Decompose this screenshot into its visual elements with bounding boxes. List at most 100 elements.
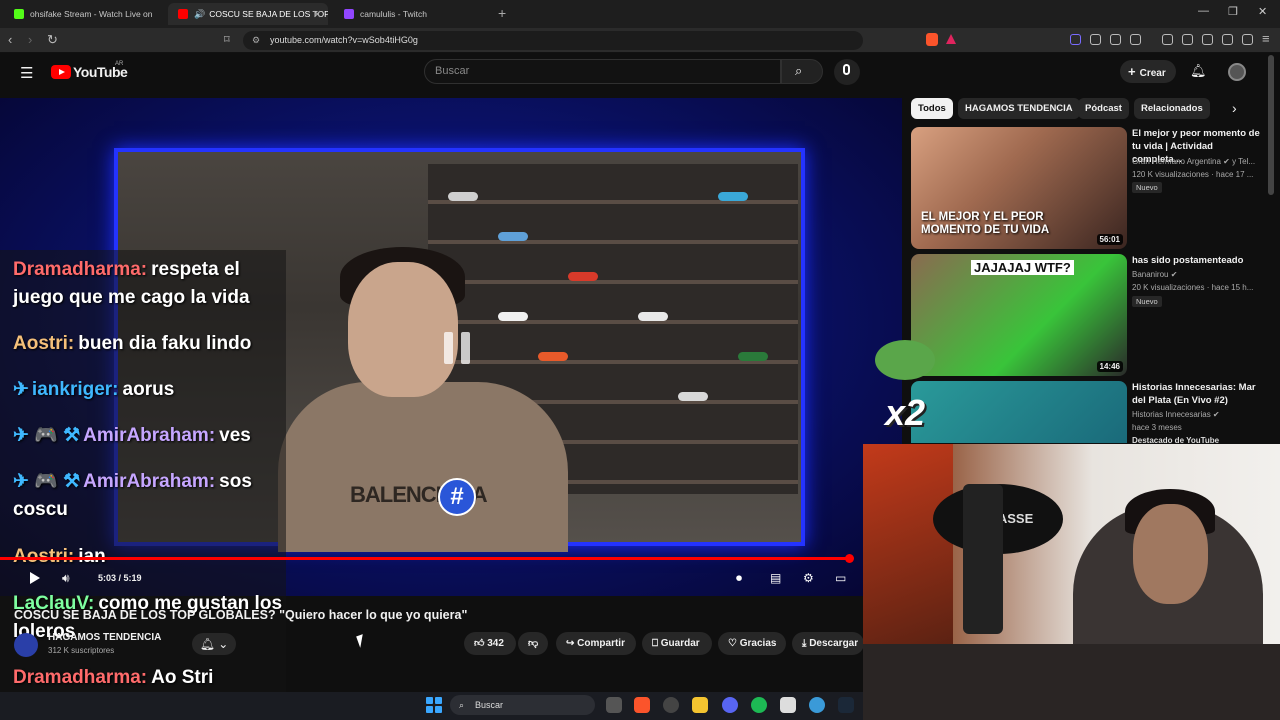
download-button[interactable]: ⤓ Descargar	[792, 632, 864, 655]
thanks-button[interactable]: ♡ Gracias	[718, 632, 786, 655]
play-icon[interactable]	[30, 572, 40, 584]
recommendation-thumbnail[interactable]: EL MEJOR Y EL PEOR MOMENTO DE TU VIDA 56…	[911, 127, 1127, 249]
back-icon[interactable]: ‹	[8, 32, 12, 47]
sidebar-icon[interactable]	[1182, 34, 1193, 45]
chip-relacionados[interactable]: Relacionados	[1134, 98, 1210, 119]
steam-icon[interactable]	[838, 697, 854, 713]
save-button[interactable]: ⎕ Guardar	[642, 632, 712, 655]
task-view-icon[interactable]	[606, 697, 622, 713]
browser-tab-kick[interactable]: ohsifake Stream - Watch Live on	[4, 3, 164, 25]
search-button[interactable]: ⌕	[781, 59, 823, 84]
windows-start-icon[interactable]	[426, 697, 442, 713]
extension-icon[interactable]	[1070, 34, 1081, 45]
recommendation-thumbnail[interactable]	[911, 381, 1127, 443]
region-code: AR	[115, 61, 124, 67]
maximize-button[interactable]: ❐	[1228, 5, 1238, 18]
microphone-icon	[843, 64, 850, 75]
spotify-icon[interactable]	[751, 697, 767, 713]
site-info-icon[interactable]: ⚙	[252, 31, 260, 50]
forward-icon[interactable]: ›	[28, 32, 32, 47]
chevron-right-icon[interactable]: ›	[1232, 100, 1237, 116]
extension-icon[interactable]	[1130, 34, 1141, 45]
url-text: youtube.com/watch?v=wSob4tiHG0g	[270, 35, 418, 45]
chip-podcast[interactable]: Pódcast	[1078, 98, 1129, 119]
close-window-button[interactable]: ✕	[1258, 5, 1267, 18]
recommendation-meta: 120 K visualizaciones · hace 17 ...	[1132, 170, 1254, 179]
subscription-bell-button[interactable]: 🔔︎ ⌄	[192, 633, 236, 655]
minimize-button[interactable]: —	[1198, 5, 1209, 17]
bookmark-icon[interactable]: ⌑	[224, 33, 230, 46]
new-badge: Nuevo	[1132, 182, 1162, 193]
address-bar[interactable]: ⚙ youtube.com/watch?v=wSob4tiHG0g	[243, 31, 863, 50]
shoe	[678, 392, 708, 401]
chip-hagamos-tendencia[interactable]: HAGAMOS TENDENCIA	[958, 98, 1080, 119]
avatar[interactable]	[1228, 63, 1246, 81]
share-button[interactable]: ↪ Compartir	[556, 632, 636, 655]
discord-icon[interactable]	[722, 697, 738, 713]
brave-rewards-icon[interactable]	[946, 34, 956, 44]
chat-username: Dramadharma:	[13, 259, 148, 280]
volume-icon[interactable]: 🔊︎	[62, 571, 70, 586]
taskbar-search[interactable]: ⌕ Buscar	[450, 695, 595, 715]
recommendation-channel[interactable]: Gran Hermano Argentina ✔ y Tel...	[1132, 155, 1260, 168]
video-duration: 14:46	[1096, 361, 1123, 372]
chip-todos[interactable]: Todos	[911, 98, 953, 119]
reload-icon[interactable]: ↻	[47, 32, 58, 48]
chat-text: Ao Stri	[151, 667, 214, 688]
progress-scrubber[interactable]	[845, 554, 854, 563]
leo-icon[interactable]	[1222, 34, 1233, 45]
wallet-icon[interactable]	[1202, 34, 1213, 45]
voice-search-button[interactable]	[834, 59, 860, 85]
media-icon[interactable]	[1162, 34, 1173, 45]
extension-icon[interactable]	[1090, 34, 1101, 45]
recommendation-title[interactable]: Historias Innecesarias: Mar del Plata (E…	[1132, 381, 1260, 407]
recommendation-title[interactable]: has sido postamenteado	[1132, 254, 1260, 267]
thumbnail-text: JAJAJAJ WTF?	[971, 260, 1074, 275]
progress-bar[interactable]	[0, 557, 850, 560]
heart-icon: ♡	[728, 638, 737, 649]
like-button[interactable]: 👍︎ 342	[464, 632, 516, 655]
channel-watermark-icon: #	[438, 478, 476, 516]
brave-browser-icon[interactable]	[634, 697, 650, 713]
create-button[interactable]: + Crear	[1120, 60, 1176, 83]
shoe	[498, 312, 528, 321]
chat-text: buen dia faku lindo	[78, 333, 252, 354]
dislike-button[interactable]: 👎︎	[518, 632, 548, 655]
hamburger-menu-icon[interactable]: ☰	[20, 64, 33, 82]
chat-username: iankriger:	[31, 379, 119, 400]
vpn-icon[interactable]	[1242, 34, 1253, 45]
recommendation-thumbnail[interactable]: JAJAJAJ WTF? 14:46	[911, 254, 1127, 376]
channel-name[interactable]: HAGAMOS TENDENCIA	[48, 632, 161, 643]
notifications-bell-icon[interactable]: 🔔︎	[1190, 63, 1207, 79]
menu-icon[interactable]: ≡	[1262, 31, 1270, 46]
share-icon: ↪	[566, 638, 575, 649]
new-tab-button[interactable]: +	[498, 5, 506, 21]
channel-avatar[interactable]	[14, 633, 38, 657]
app-icon[interactable]	[809, 697, 825, 713]
theater-mode-icon[interactable]: ▭	[835, 571, 846, 585]
new-badge: Nuevo	[1132, 296, 1162, 307]
pause-overlay-icon[interactable]	[444, 332, 472, 364]
subtitles-icon[interactable]: ▤	[770, 571, 781, 585]
close-tab-icon[interactable]: ✕	[313, 8, 322, 21]
video-duration: 56:01	[1096, 234, 1123, 245]
file-explorer-icon[interactable]	[692, 697, 708, 713]
shoe	[538, 352, 568, 361]
extension-icon[interactable]	[1110, 34, 1121, 45]
browser-tab-twitch[interactable]: camululis - Twitch	[334, 3, 494, 25]
autoplay-toggle-icon[interactable]: ⏺	[736, 571, 742, 586]
browser-tab-youtube[interactable]: 🔊 COSCU SE BAJA DE LOS TOP ✕	[168, 3, 328, 25]
settings-gear-icon[interactable]: ⚙	[803, 571, 814, 585]
app-icon[interactable]	[663, 697, 679, 713]
capcut-icon[interactable]	[780, 697, 796, 713]
tab-title: COSCU SE BAJA DE LOS TOP	[209, 9, 328, 19]
brave-shield-icon[interactable]	[926, 33, 938, 46]
speaker-icon: 🔊	[194, 8, 206, 19]
thermos	[963, 484, 1003, 634]
thanks-label: Gracias	[739, 638, 777, 649]
search-input[interactable]: Buscar	[424, 59, 781, 84]
recommendation-channel[interactable]: Bananirou ✔	[1132, 268, 1260, 281]
youtube-logo-icon[interactable]	[51, 65, 71, 79]
page-scrollbar[interactable]	[1268, 55, 1274, 195]
recommendation-channel[interactable]: Historias Innecesarias ✔	[1132, 408, 1260, 421]
